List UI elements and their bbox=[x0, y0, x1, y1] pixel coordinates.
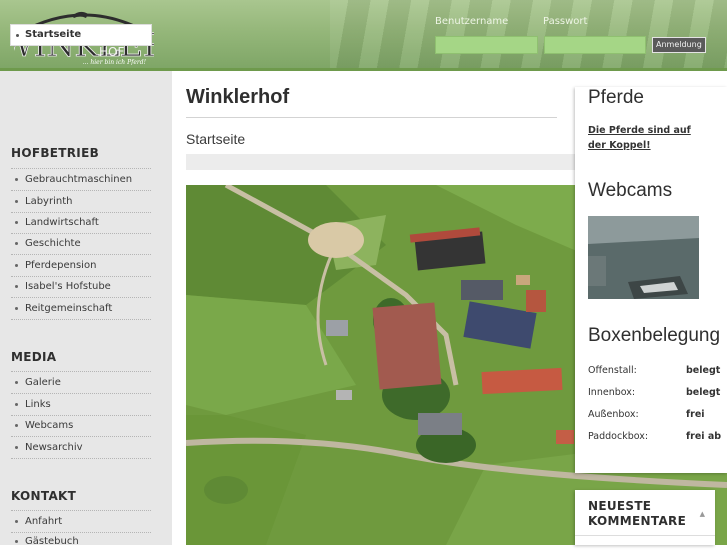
chevron-up-icon[interactable]: ▲ bbox=[700, 510, 705, 518]
sidebar-item-galerie[interactable]: Galerie bbox=[11, 372, 151, 394]
bullet-icon bbox=[16, 34, 19, 37]
sidebar-item-label: Isabel's Hofstube bbox=[25, 281, 111, 292]
password-input[interactable] bbox=[544, 36, 646, 54]
bullet-icon bbox=[15, 307, 18, 310]
boxen-row-aussenbox: Außenbox: frei bbox=[588, 409, 727, 423]
header-background-photo bbox=[330, 0, 727, 68]
username-input[interactable] bbox=[435, 36, 538, 54]
sidebar-item-label: Gebrauchtmaschinen bbox=[25, 174, 133, 185]
password-label: Passwort bbox=[543, 16, 588, 27]
boxen-value: frei bbox=[686, 409, 705, 420]
sidebar-item-label: Pferdepension bbox=[25, 260, 97, 271]
svg-text:HOF: HOF bbox=[99, 45, 124, 59]
sidebar-item-anfahrt[interactable]: Anfahrt bbox=[11, 511, 151, 533]
webcam-image[interactable] bbox=[588, 216, 699, 299]
sidebar-item-label: Gästebuch bbox=[25, 536, 79, 547]
article-title: Startseite bbox=[186, 131, 246, 147]
right-panel: Pferde Die Pferde sind auf der Koppel! W… bbox=[575, 87, 727, 473]
bullet-icon bbox=[15, 446, 18, 449]
boxen-row-paddockbox: Paddockbox: frei ab bbox=[588, 431, 727, 445]
sidebar-item-reitgemeinschaft[interactable]: Reitgemeinschaft bbox=[11, 298, 151, 320]
sidebar-item-label: Newsarchiv bbox=[25, 442, 83, 453]
bullet-icon bbox=[15, 424, 18, 427]
sidebar-item-gaestebuch[interactable]: Gästebuch bbox=[11, 531, 151, 552]
divider bbox=[575, 535, 715, 536]
page-title: Winklerhof bbox=[186, 86, 290, 108]
sidebar-item-hofstube[interactable]: Isabel's Hofstube bbox=[11, 276, 151, 298]
boxen-label: Paddockbox: bbox=[588, 431, 649, 442]
boxen-label: Offenstall: bbox=[588, 365, 637, 376]
pferde-status-link[interactable]: Die Pferde sind auf der Koppel! bbox=[588, 123, 708, 153]
bullet-icon bbox=[15, 221, 18, 224]
bullet-icon bbox=[15, 403, 18, 406]
section-title-kontakt: KONTAKT bbox=[11, 489, 77, 503]
boxen-value: belegt bbox=[686, 387, 721, 398]
sidebar-item-label: Landwirtschaft bbox=[25, 217, 99, 228]
boxen-row-innenbox: Innenbox: belegt bbox=[588, 387, 727, 401]
boxen-heading: Boxenbelegung bbox=[588, 325, 721, 346]
sidebar-item-newsarchiv[interactable]: Newsarchiv bbox=[11, 437, 151, 459]
divider bbox=[186, 117, 557, 118]
sidebar-item-startseite[interactable]: Startseite bbox=[10, 24, 152, 46]
comments-heading: NEUESTE KOMMENTARE bbox=[588, 499, 687, 528]
bullet-icon bbox=[15, 520, 18, 523]
bullet-icon bbox=[15, 264, 18, 267]
bullet-icon bbox=[15, 285, 18, 288]
sidebar-item-landwirtschaft[interactable]: Landwirtschaft bbox=[11, 212, 151, 234]
sidebar-item-label: Galerie bbox=[25, 377, 61, 388]
section-title-hofbetrieb: HOFBETRIEB bbox=[11, 146, 100, 160]
boxen-label: Innenbox: bbox=[588, 387, 636, 398]
sidebar-item-pferdepension[interactable]: Pferdepension bbox=[11, 255, 151, 277]
boxen-row-offenstall: Offenstall: belegt bbox=[588, 365, 727, 379]
section-title-media: MEDIA bbox=[11, 350, 57, 364]
sidebar-item-label: Links bbox=[25, 399, 51, 410]
sidebar-item-links[interactable]: Links bbox=[11, 394, 151, 416]
bullet-icon bbox=[15, 200, 18, 203]
boxen-value: belegt bbox=[686, 365, 721, 376]
bullet-icon bbox=[15, 540, 18, 543]
sidebar-item-label: Webcams bbox=[25, 420, 74, 431]
comments-module: NEUESTE KOMMENTARE ▲ bbox=[575, 490, 715, 545]
sidebar-item-label: Anfahrt bbox=[25, 516, 63, 527]
login-button[interactable]: Anmeldung bbox=[652, 37, 706, 53]
sidebar-item-label: Reitgemeinschaft bbox=[25, 303, 113, 314]
sidebar-item-label: Geschichte bbox=[25, 238, 81, 249]
webcams-heading: Webcams bbox=[588, 180, 673, 201]
bullet-icon bbox=[15, 381, 18, 384]
bullet-icon bbox=[15, 178, 18, 181]
sidebar-item-labyrinth[interactable]: Labyrinth bbox=[11, 191, 151, 213]
bullet-icon bbox=[15, 242, 18, 245]
sidebar-item-label: Labyrinth bbox=[25, 196, 73, 207]
sidebar-item-gebrauchtmaschinen[interactable]: Gebrauchtmaschinen bbox=[11, 169, 151, 191]
sidebar-item-webcams[interactable]: Webcams bbox=[11, 415, 151, 437]
boxen-label: Außenbox: bbox=[588, 409, 639, 420]
username-label: Benutzername bbox=[435, 16, 509, 27]
boxen-value: frei ab bbox=[686, 431, 722, 442]
sidebar-item-label: Startseite bbox=[25, 29, 82, 40]
pferde-heading: Pferde bbox=[588, 87, 644, 108]
sidebar-item-geschichte[interactable]: Geschichte bbox=[11, 233, 151, 255]
svg-text:... hier bin ich Pferd!: ... hier bin ich Pferd! bbox=[83, 59, 147, 65]
